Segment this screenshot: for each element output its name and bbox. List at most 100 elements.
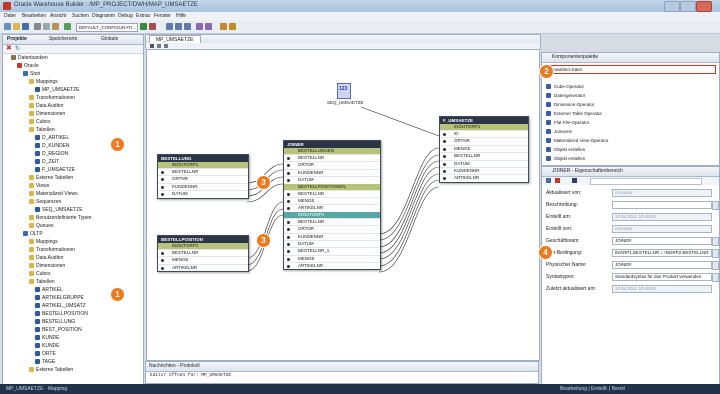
table-operator-bestellung[interactable]: BESTELLUNG INOUTGRP1 BESTELLNR ORTNR KUN… <box>157 154 249 199</box>
menu-datei[interactable]: Datei <box>4 13 16 19</box>
palette-item[interactable]: Flat File-Operator <box>546 119 589 126</box>
table-row[interactable]: MENGE <box>158 256 248 264</box>
props-title[interactable]: JOINER - Eigenschaftenbereich <box>552 168 623 174</box>
table-row[interactable]: DATUM <box>440 159 528 167</box>
tree-item[interactable]: Materialized Views <box>29 190 78 197</box>
validate-icon[interactable] <box>220 23 227 30</box>
tree-item[interactable]: Tabellen <box>29 278 55 285</box>
table-row[interactable]: ARTIKELNR <box>284 262 380 270</box>
tree-item[interactable]: Stori <box>23 70 40 77</box>
cut-icon[interactable] <box>34 23 41 30</box>
table-row[interactable]: DATUM <box>158 190 248 198</box>
tree-item[interactable]: D_KUNDEN <box>35 142 70 149</box>
edit-ellipsis-button[interactable] <box>712 249 719 258</box>
save-icon[interactable] <box>22 23 29 30</box>
palette-item[interactable]: Cube-Operator <box>546 83 584 90</box>
edit-ellipsis-button[interactable] <box>712 273 719 282</box>
table-row[interactable]: ORTNR <box>158 175 248 183</box>
tree-item[interactable]: ARTIKELGRUPPE <box>35 294 84 301</box>
edit-icon[interactable] <box>555 178 560 183</box>
table-row[interactable]: KUNDENNR <box>158 182 248 191</box>
table-row[interactable]: MENGE <box>284 254 380 263</box>
tree-item[interactable]: Externe Tabellen <box>29 366 73 373</box>
close-button[interactable] <box>696 1 712 12</box>
table-row[interactable]: ORTNR <box>440 137 528 145</box>
palette-item[interactable]: Joinserie <box>546 128 572 135</box>
table-row[interactable]: BESTELLNR <box>440 152 528 160</box>
menu-debug[interactable]: Debug <box>118 13 133 19</box>
table-row[interactable]: KUNDENNR <box>440 166 528 175</box>
debug-icon[interactable] <box>149 23 156 30</box>
table-row[interactable]: DATUM <box>284 176 380 184</box>
table-row[interactable]: ORTNR <box>284 225 380 233</box>
tree-item[interactable]: Data Auditor <box>29 254 64 261</box>
home-icon[interactable] <box>572 178 577 183</box>
property-field[interactable] <box>612 201 712 209</box>
table-row[interactable]: ARTIKELNR <box>440 174 528 182</box>
palette-title[interactable]: Komponentenpalette <box>552 54 598 60</box>
fit-icon[interactable] <box>184 23 191 30</box>
zoom-out-icon[interactable] <box>175 23 182 30</box>
tree-item[interactable]: Mappings <box>29 238 58 245</box>
table-row[interactable]: BESTELLNR <box>284 154 380 162</box>
paste-icon[interactable] <box>52 23 59 30</box>
palette-search-input[interactable]: Mapwahlen-Datei <box>544 65 716 74</box>
config-select[interactable]: DEFAULT_CONFIGURATI... <box>76 23 138 32</box>
tree-item[interactable]: BESTELLPOSITION <box>35 310 88 317</box>
table-row[interactable]: BESTELLNR_1 <box>284 247 380 255</box>
tree-item[interactable]: Sequenzen <box>29 198 61 205</box>
tree-item[interactable]: D_ZEIT <box>35 158 59 165</box>
table-row[interactable]: ID <box>440 130 528 138</box>
tree-item[interactable]: Transformationen <box>29 94 75 101</box>
refresh-icon[interactable]: ↻ <box>15 45 20 53</box>
property-field[interactable]: JOINER <box>612 261 712 269</box>
tree-item[interactable]: Data Auditor <box>29 102 64 109</box>
table-row[interactable]: BESTELLNR <box>284 217 380 226</box>
tree-item[interactable]: Oracle <box>17 62 39 69</box>
joiner-operator[interactable]: JOINER BESTELLUNGEN BESTELLNR ORTNR KUND… <box>283 140 381 271</box>
menu-hilfe[interactable]: Hilfe <box>176 13 186 19</box>
table-row[interactable]: BESTELLNR <box>158 168 248 176</box>
tree-item[interactable]: ARTIKEL_UMSATZ <box>35 302 86 309</box>
palette-item[interactable]: Dimension-Operator <box>546 101 595 108</box>
tree-item[interactable]: Cubes <box>29 118 50 125</box>
menu-ansicht[interactable]: Ansicht <box>50 13 66 19</box>
run-icon[interactable] <box>140 23 147 30</box>
props-search-field[interactable] <box>590 178 702 185</box>
table-row[interactable]: KUNDENNR <box>284 168 380 177</box>
property-field[interactable]: Standardsyntax für das Produkt verwenden <box>612 273 712 281</box>
tree-item[interactable]: Queues <box>29 222 54 229</box>
tree-item[interactable]: Dimensionen <box>29 110 65 117</box>
edit-ellipsis-button[interactable] <box>712 261 719 270</box>
palette-item[interactable]: Datengenerator <box>546 92 585 99</box>
menu-fenster[interactable]: Fenster <box>154 13 171 19</box>
layout-icon[interactable] <box>196 23 203 30</box>
tree-item[interactable]: BEST_POSITION <box>35 326 82 333</box>
tree-item[interactable]: Mappings <box>29 78 58 85</box>
menu-diagramm[interactable]: Diagramm <box>92 13 115 19</box>
deploy-icon[interactable] <box>64 23 71 30</box>
table-operator-bestellposition[interactable]: BESTELLPOSITION INOUTGRP1 BESTELLNR MENG… <box>157 235 249 273</box>
tree-item[interactable]: D_ARTIKEL <box>35 134 69 141</box>
tab-speicherorte[interactable]: Speicherorte <box>49 36 77 42</box>
tab-log[interactable]: Nachrichten - Protokoll <box>149 363 200 369</box>
table-row[interactable]: MENGE <box>284 196 380 205</box>
menu-extras[interactable]: Extras <box>136 13 150 19</box>
tree-item[interactable]: Tabellen <box>29 126 55 133</box>
tree-item[interactable]: MP_UMSAETZE <box>35 86 80 93</box>
tree-item[interactable]: Externe Tabellen <box>29 174 73 181</box>
table-row[interactable]: BESTELLNR <box>284 189 380 197</box>
table-row[interactable]: MENGE <box>440 144 528 153</box>
edit-ellipsis-button[interactable] <box>712 237 719 246</box>
menu-bearbeiten[interactable]: Bearbeiten <box>22 13 46 19</box>
select-tool-icon[interactable] <box>150 44 154 48</box>
sequence-operator[interactable]: 123 <box>337 83 351 99</box>
tree-item[interactable]: BESTELLUNG <box>35 318 75 325</box>
table-row[interactable]: ARTIKELNR <box>284 204 380 212</box>
copy-icon[interactable] <box>43 23 50 30</box>
delete-icon[interactable]: ✖ <box>6 45 12 53</box>
generate-icon[interactable] <box>229 23 236 30</box>
new-icon[interactable] <box>4 23 11 30</box>
tree-item[interactable]: Transformationen <box>29 246 75 253</box>
palette-item[interactable]: Externer Table Operator <box>546 110 602 117</box>
